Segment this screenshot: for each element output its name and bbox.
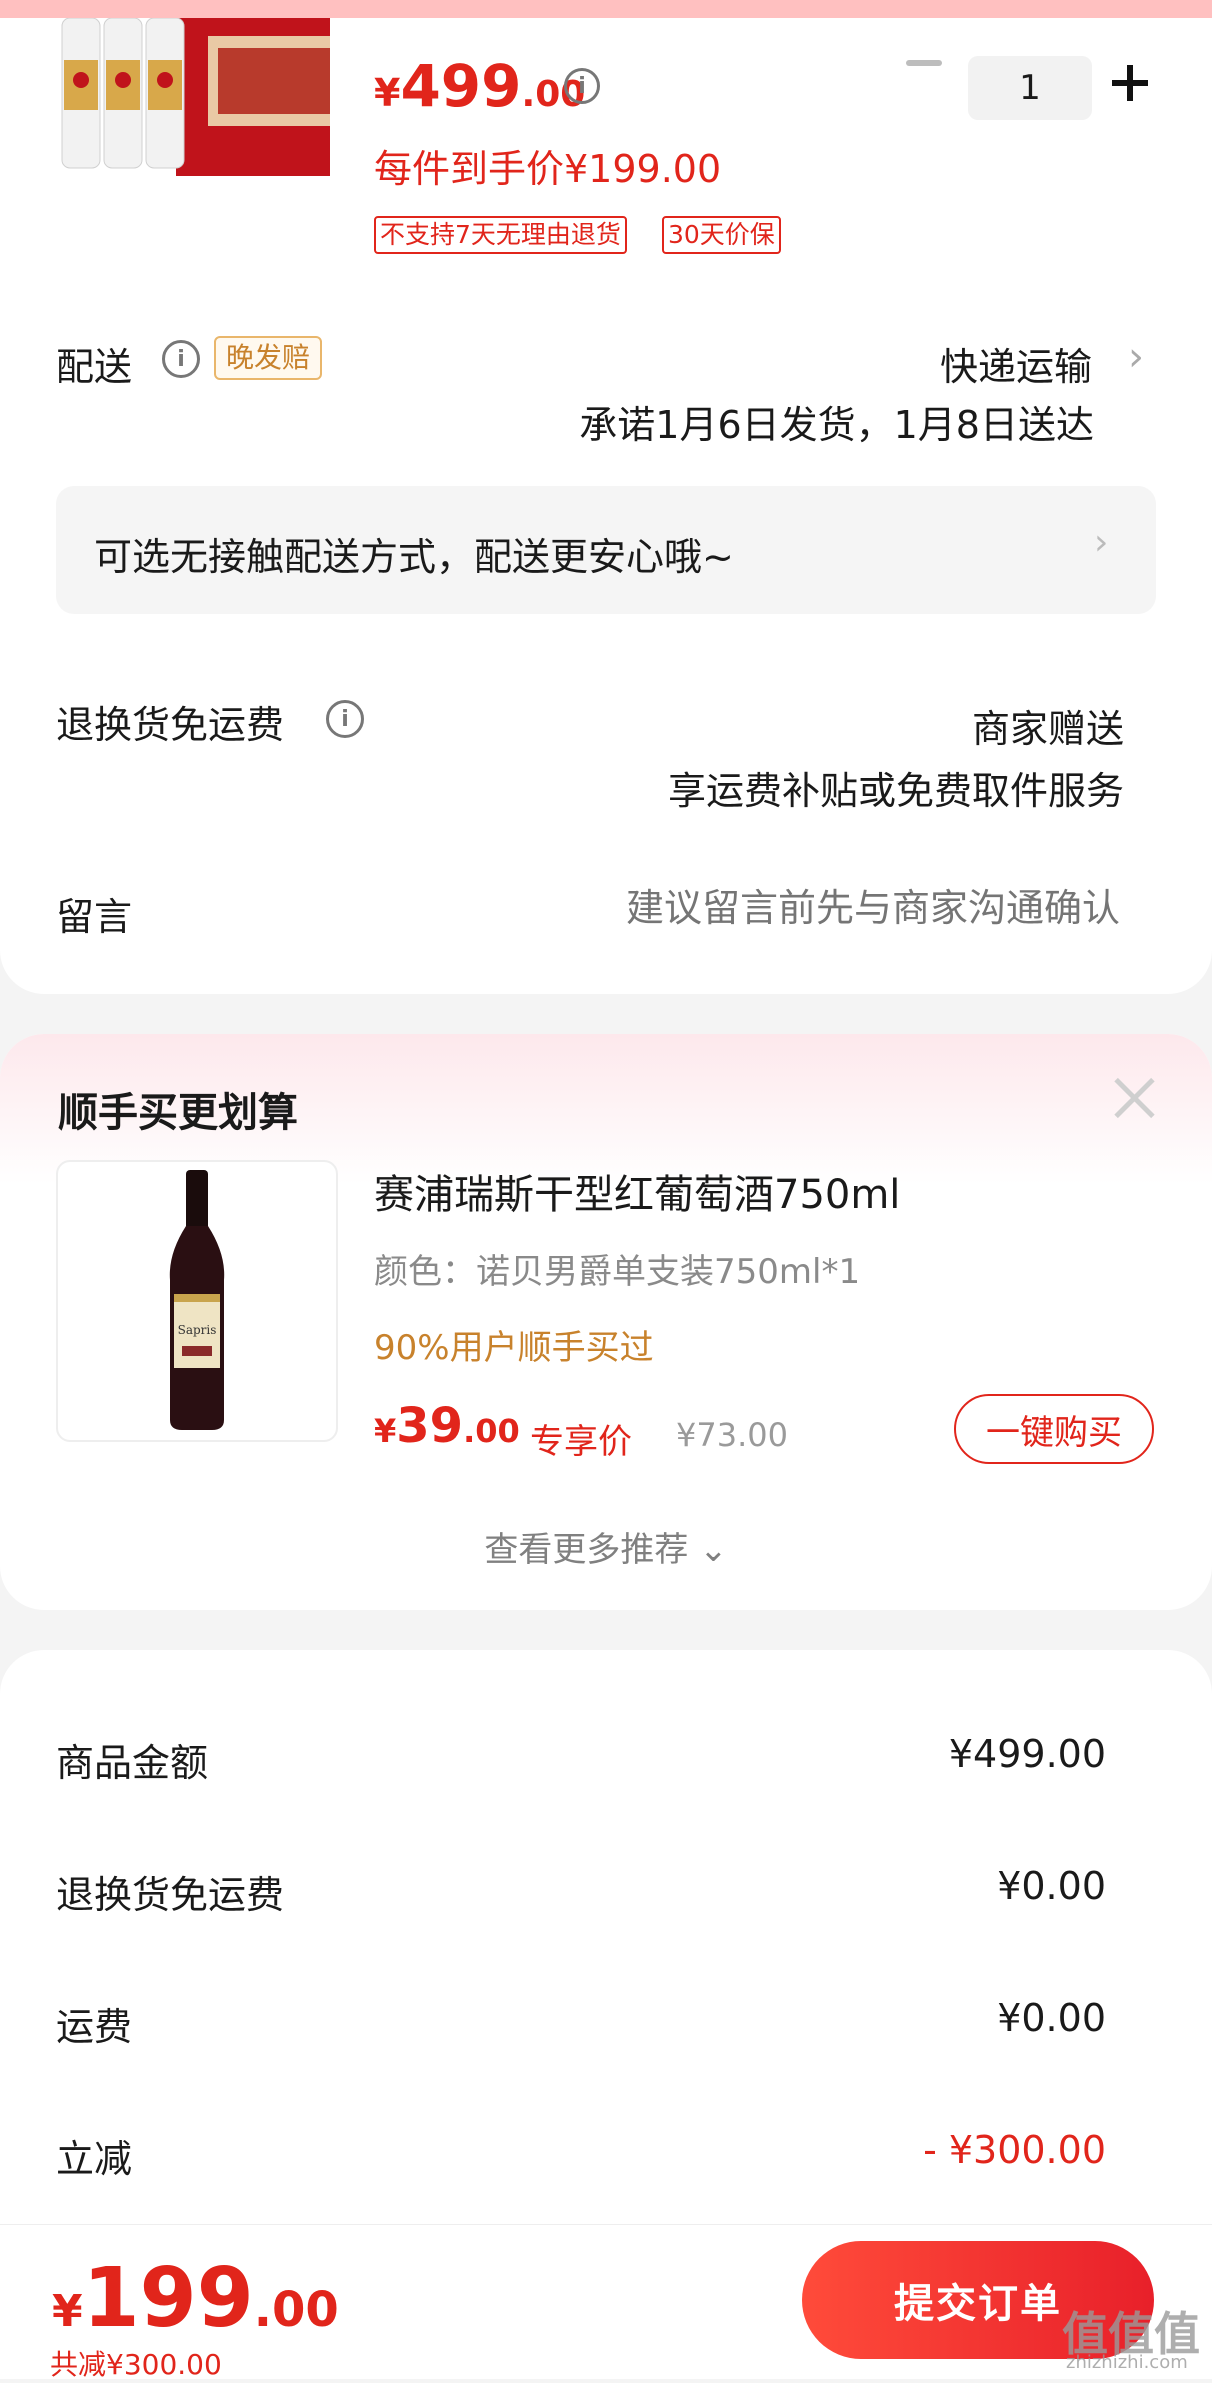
exclusive-price-label: 专享价	[530, 1422, 632, 1462]
see-more-label: 查看更多推荐	[484, 1530, 689, 1570]
price-summary-card: 商品金额 ¥499.00 退换货免运费 ¥0.00 运费 ¥0.00 立减 - …	[0, 1650, 1212, 2270]
summary-value-return: ¥0.00	[997, 1864, 1106, 1908]
recommendation-card: 顺手买更划算 Sapris 赛浦瑞斯干型红葡萄酒750ml 颜色：诺贝男爵单支装…	[0, 1034, 1212, 1610]
order-product-card: ¥499.00 i 每件到手价¥199.00 不支持7天无理由退货 30天价保 …	[0, 18, 1212, 994]
close-icon[interactable]	[1112, 1076, 1156, 1120]
quantity-decrease-button[interactable]	[906, 60, 942, 66]
product-price: ¥499.00	[374, 52, 586, 120]
price-protect-tag: 30天价保	[662, 216, 781, 254]
order-total: ¥199.00	[52, 2251, 339, 2346]
no-return-tag: 不支持7天无理由退货	[374, 216, 627, 254]
return-shipping-gift: 商家赠送	[971, 707, 1124, 751]
top-status-strip	[0, 0, 1212, 18]
one-click-buy-button[interactable]: 一键购买	[954, 1394, 1154, 1464]
late-compensation-badge: 晚发赔	[214, 336, 323, 380]
original-price: ¥73.00	[676, 1416, 788, 1454]
return-shipping-subsidy: 享运费补贴或免费取件服务	[667, 769, 1124, 813]
delivery-label: 配送	[56, 345, 133, 389]
summary-value-shipping: ¥0.00	[997, 1996, 1106, 2040]
wine-product-image[interactable]: Sapris	[56, 1160, 338, 1442]
recommend-item-name[interactable]: 赛浦瑞斯干型红葡萄酒750ml	[374, 1162, 900, 1220]
delivery-promise: 承诺1月6日发货，1月8日送达	[579, 403, 1094, 447]
total-saved: 共减¥300.00	[50, 2348, 222, 2381]
delivery-info-icon[interactable]: i	[162, 340, 200, 378]
note-label: 留言	[56, 895, 133, 939]
recommend-price: ¥39.00	[374, 1398, 520, 1454]
return-shipping-label: 退换货免运费	[56, 703, 285, 747]
chevron-down-icon: ⌄	[699, 1530, 728, 1570]
site-watermark-url: zhizhizhi.com	[1066, 2352, 1188, 2373]
note-input[interactable]	[560, 886, 1120, 930]
return-info-icon[interactable]: i	[326, 700, 364, 738]
summary-value-goods: ¥499.00	[948, 1732, 1106, 1776]
summary-label-shipping: 运费	[56, 2005, 133, 2049]
chevron-right-icon[interactable]: ›	[1128, 334, 1144, 380]
recommend-item-variant: 颜色：诺贝男爵单支装750ml*1	[374, 1252, 861, 1292]
see-more-recommendations[interactable]: 查看更多推荐 ⌄	[0, 1522, 1212, 1571]
recommendation-title: 顺手买更划算	[58, 1090, 298, 1136]
delivery-method[interactable]: 快递运输	[940, 336, 1092, 391]
wine-bottle-icon: Sapris	[169, 1170, 225, 1430]
chevron-right-icon: ›	[1094, 522, 1109, 563]
quantity-increase-button[interactable]	[1112, 64, 1152, 104]
bottom-checkout-bar: ¥199.00 共减¥300.00 提交订单	[0, 2224, 1212, 2381]
summary-value-discount: - ¥300.00	[923, 2128, 1106, 2172]
contactless-delivery-option[interactable]: 可选无接触配送方式，配送更安心哦~ ›	[56, 486, 1156, 614]
summary-label-goods: 商品金额	[56, 1741, 209, 1785]
recommend-social-proof: 90%用户顺手买过	[374, 1328, 654, 1368]
contactless-text: 可选无接触配送方式，配送更安心哦~	[94, 535, 734, 579]
per-item-price: 每件到手价¥199.00	[374, 147, 722, 191]
quantity-input[interactable]: 1	[968, 56, 1092, 120]
summary-label-return: 退换货免运费	[56, 1873, 285, 1917]
summary-label-discount: 立减	[56, 2137, 133, 2181]
price-info-icon[interactable]: i	[564, 68, 600, 104]
product-image[interactable]	[58, 18, 330, 176]
bottle-label-text: Sapris	[178, 1323, 217, 1337]
